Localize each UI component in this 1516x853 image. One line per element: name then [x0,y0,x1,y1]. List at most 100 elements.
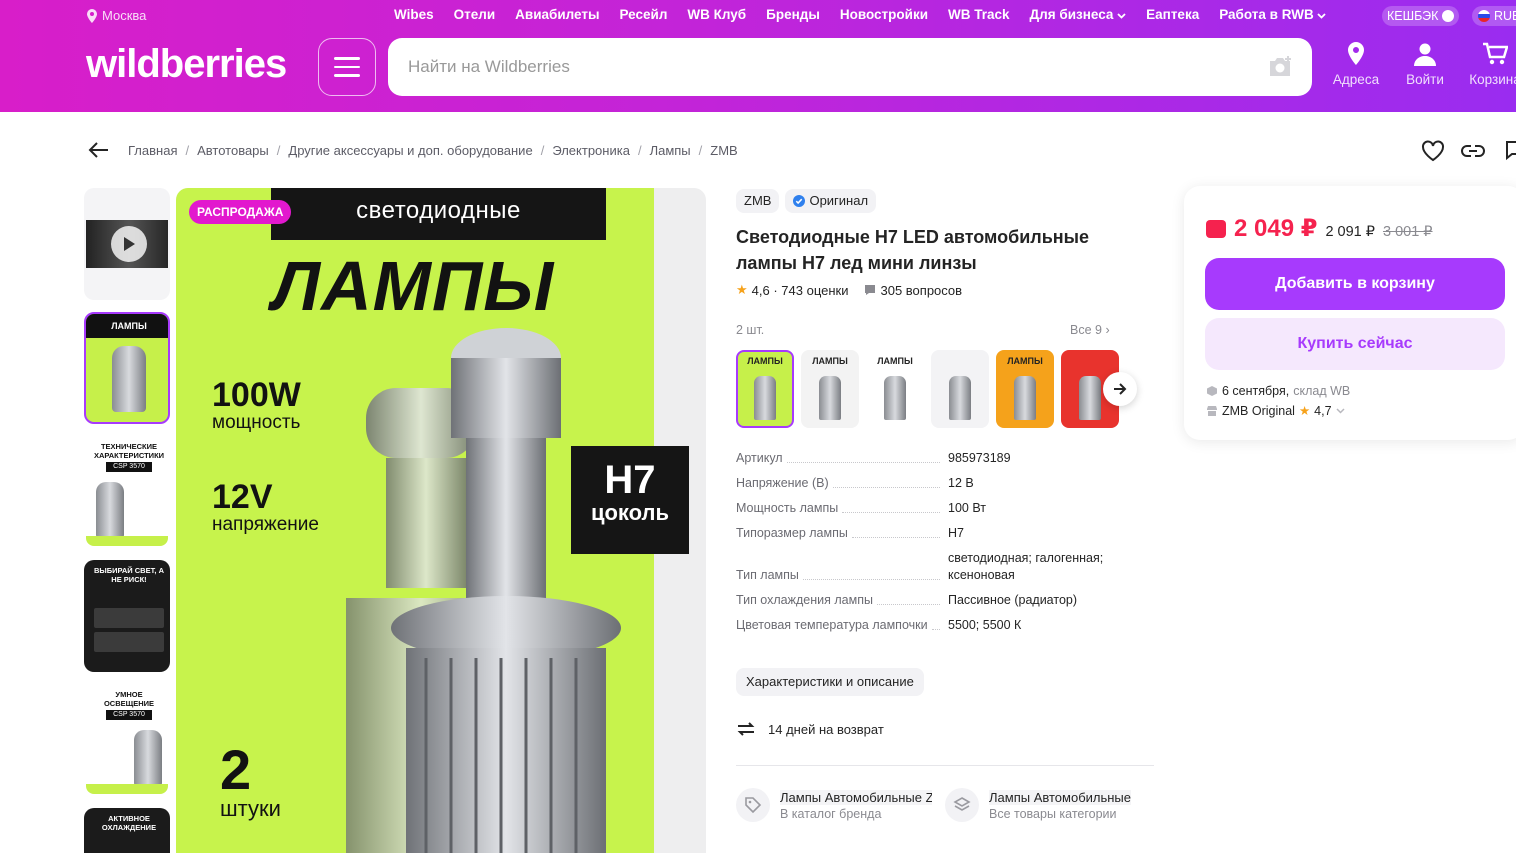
heart-icon [1422,140,1444,162]
breadcrumb-electronics[interactable]: Электроника [552,143,630,158]
login-button[interactable]: Войти [1390,40,1460,87]
category-title: Лампы Автомобильные [989,789,1132,805]
param-row: Цветовая температура лампочки 5500; 5500 … [736,617,1156,634]
category-link[interactable]: Лампы Автомобильные Все товары категории [945,788,1132,822]
variant-thumbnail[interactable]: ЛАМПЫ [996,350,1054,428]
nav-link-business[interactable]: Для бизнеса [1030,7,1127,22]
param-key: Типоразмер лампы [736,525,852,542]
addresses-button[interactable]: Адреса [1321,40,1391,87]
nav-link-wb-track[interactable]: WB Track [948,7,1010,22]
thumbnail-image[interactable]: АКТИВНОЕ ОХЛАЖДЕНИЕ [84,808,170,853]
param-row: Напряжение (В) 12 В [736,475,1156,492]
questions-link[interactable]: 305 вопросов [864,283,962,298]
login-label: Войти [1406,72,1444,87]
layers-icon [945,788,979,822]
price-current: 2 049 ₽ [1234,215,1318,242]
back-arrow-icon[interactable] [86,138,112,162]
param-dots [802,579,940,580]
cashback-label: КЕШБЭК [1387,9,1439,23]
breadcrumb-sep: / [185,142,190,158]
thumbnail-image[interactable]: ЛАМПЫ [84,312,170,424]
thumbnail-image[interactable]: УМНОЕ ОСВЕЩЕНИЕ CSP 3570 [84,684,170,796]
price-old: 3 001 ₽ [1382,224,1433,240]
buy-now-button[interactable]: Купить сейчас [1205,318,1505,370]
breadcrumb-lamps[interactable]: Лампы [650,143,691,158]
nav-link-newbuild[interactable]: Новостройки [840,7,928,22]
russia-flag-icon [1478,10,1490,22]
currency-selector[interactable]: RUB [1472,6,1516,26]
nav-link-brands[interactable]: Бренды [766,7,820,22]
nav-link-work[interactable]: Работа в RWB [1219,7,1327,22]
bulb-picture [112,346,146,412]
thumbnail-footer [86,536,168,546]
variants-next-button[interactable] [1103,372,1137,406]
star-icon: ★ [736,282,748,297]
share-link-button[interactable] [1460,138,1486,164]
rating-text[interactable]: 4,6 · 743 оценки [752,283,849,298]
variant-thumbnail[interactable] [931,350,989,428]
logo[interactable]: wildberries [86,38,287,90]
thumbnail-image[interactable]: ТЕХНИЧЕСКИЕ ХАРАКТЕРИСТИКИ CSP 3570 [84,436,170,548]
nav-link-eapteka[interactable]: Еаптека [1146,7,1199,22]
report-button[interactable] [1500,138,1516,164]
cart-button[interactable]: Корзина [1460,40,1516,87]
param-value[interactable]: 985973189 [948,450,1156,467]
param-key: Мощность лампы [736,500,843,517]
spec-base-label: цоколь [590,500,670,525]
variants-list: ЛАМПЫ ЛАМПЫ ЛАМПЫ ЛАМПЫ [736,350,1119,428]
questions-text: 305 вопросов [880,282,963,298]
param-value: 100 Вт [948,501,986,515]
arrow-right-icon [1114,383,1127,395]
nav-link-hotels[interactable]: Отели [454,7,496,22]
nav-link-wb-club[interactable]: WB Клуб [687,7,746,22]
param-value: 12 В [948,476,974,490]
breadcrumb-sep: / [698,142,703,158]
param-dots [876,604,940,605]
thumbnail-title: УМНОЕ ОСВЕЩЕНИЕ [103,690,155,708]
description-button[interactable]: Характеристики и описание [736,668,924,696]
cashback-button[interactable]: КЕШБЭК [1382,6,1460,26]
param-row: Артикул 985973189 [736,450,1156,467]
breadcrumb: Главная / Автотовары / Другие аксессуары и… [86,138,738,162]
thumbnail-image[interactable]: ВЫБИРАЙ СВЕТ, А НЕ РИСК! [84,560,170,672]
spec-base: H7 цоколь [571,446,689,554]
param-key-cell: Тип лампы [736,550,948,584]
thumbnail-video[interactable] [84,188,170,300]
breadcrumb-auto[interactable]: Автотовары [197,143,269,158]
variant-label: ЛАМПЫ [812,356,848,366]
rating-row: ★ 4,6 · 743 оценки 305 вопросов [736,282,962,298]
variant-thumbnail[interactable]: ЛАМПЫ [801,350,859,428]
variant-bulb-picture [949,376,971,420]
param-dots [842,512,940,513]
param-key: Артикул [736,450,787,467]
seller-rating: 4,7 [1314,403,1332,418]
variant-bulb-picture [884,376,906,420]
all-variants-link[interactable]: Все 9 › [1070,323,1110,337]
currency-label: RUB [1494,9,1516,23]
brand-catalog-link[interactable]: Лампы Автомобильные Z В каталог бренда [736,788,932,822]
favorite-button[interactable] [1420,138,1446,164]
search-input[interactable] [408,54,1248,80]
variant-label: ЛАМПЫ [877,356,913,366]
variant-thumbnail[interactable]: ЛАМПЫ [866,350,924,428]
breadcrumb-home[interactable]: Главная [128,143,177,158]
brand-catalog-sub: В каталог бренда [780,806,882,821]
nav-link-wibes[interactable]: Wibes [394,7,434,22]
city-selector[interactable]: Москва [86,8,146,23]
camera-search-icon[interactable] [1266,54,1294,80]
main-product-image[interactable]: светодиодные ЛАМПЫ 100W мощность 12V нап… [176,188,706,853]
nav-link-resale[interactable]: Ресейл [620,7,668,22]
breadcrumb-brand[interactable]: ZMB [710,143,737,158]
spec-power-label: мощность [212,412,301,433]
return-policy[interactable]: 14 дней на возврат [736,720,884,738]
breadcrumb-accessories[interactable]: Другие аксессуары и доп. оборудование [288,143,532,158]
param-key: Тип охлаждения лампы [736,592,877,609]
brand-link[interactable]: ZMB [736,189,780,213]
variant-bulb-picture [1014,376,1036,420]
seller-info[interactable]: ZMB Original ★ 4,7 [1206,403,1345,418]
nav-link-avia[interactable]: Авиабилеты [515,7,599,22]
variant-thumbnail[interactable]: ЛАМПЫ [736,350,794,428]
add-to-cart-button[interactable]: Добавить в корзину [1205,258,1505,310]
param-value: 5500; 5500 К [948,618,1022,632]
menu-button[interactable] [318,38,376,96]
